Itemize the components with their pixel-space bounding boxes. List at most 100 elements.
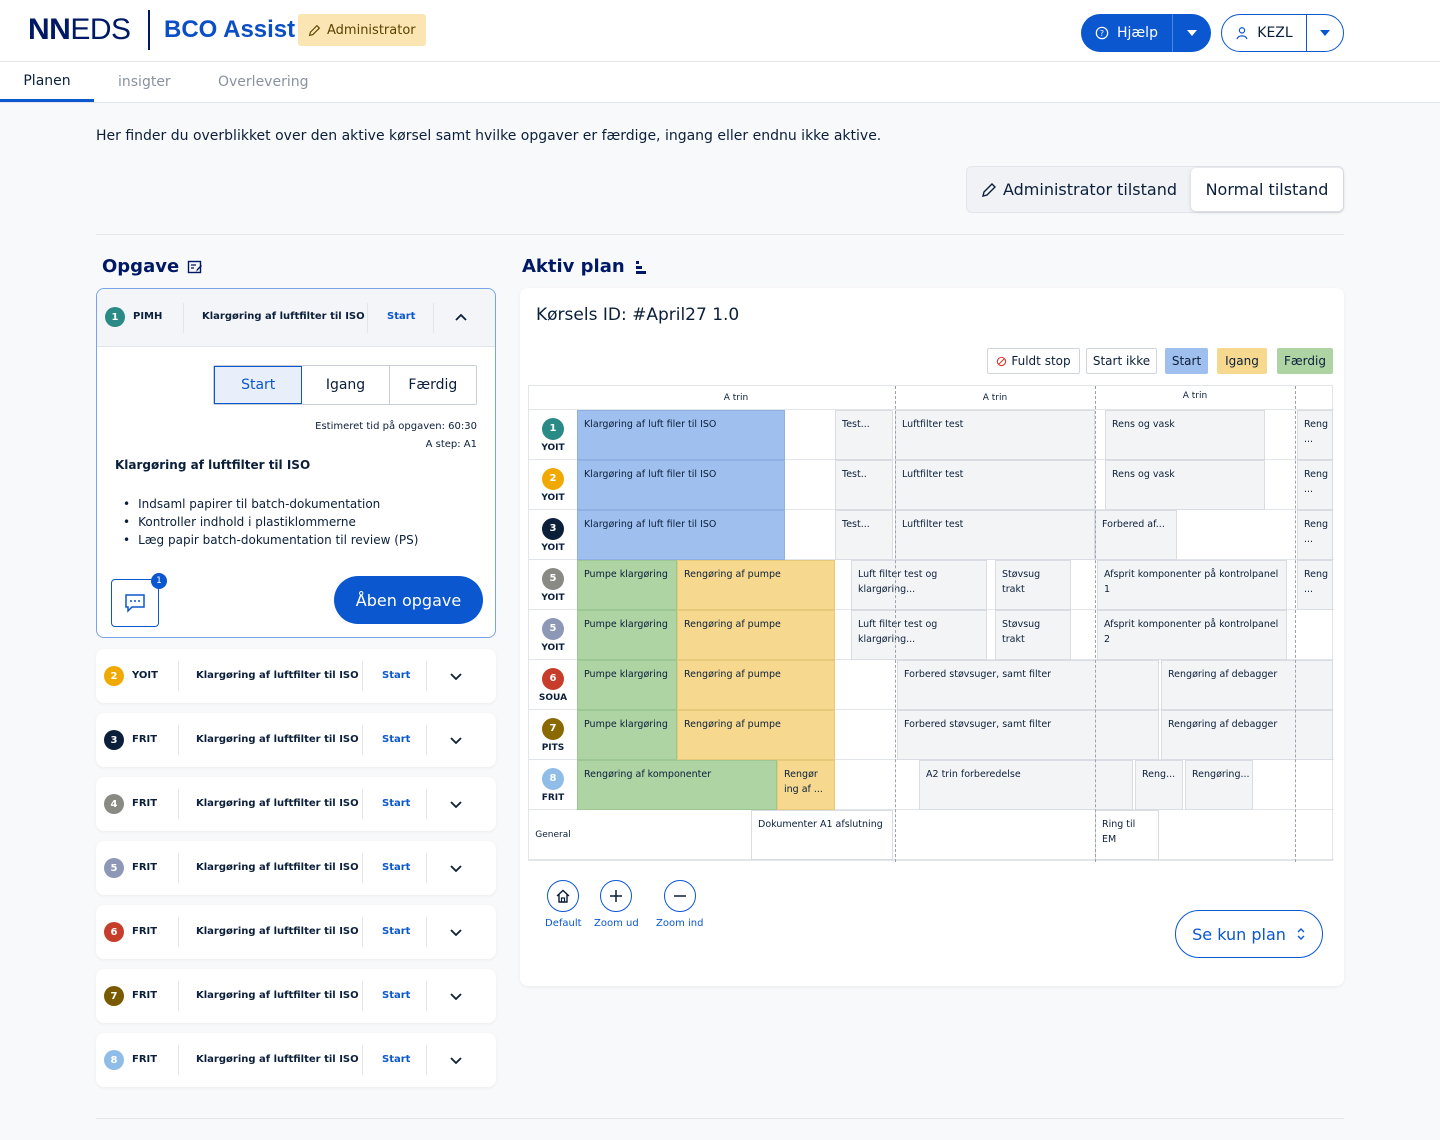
task-status: Start (382, 734, 411, 745)
status-segmented-control: Start Igang Færdig (213, 365, 477, 405)
gantt-task-bar[interactable]: Luft filter test og klargøring... (851, 560, 987, 610)
task-card-expanded: 1 PIMH Klargøring af luftfilter til ISO … (96, 288, 496, 638)
task-number: 3 (104, 730, 124, 750)
minus-icon (673, 895, 686, 897)
gantt-task-bar[interactable]: Rengøring af pumpe (677, 560, 835, 610)
task-checklist: Indsaml papirer til batch-dokumentation … (123, 495, 418, 549)
task-card-header[interactable]: 1 PIMH Klargøring af luftfilter til ISO … (97, 289, 495, 347)
gantt-task-bar[interactable]: Pumpe klargøring (577, 710, 677, 760)
chevron-down-icon[interactable] (448, 668, 464, 684)
task-code: FRIT (132, 798, 158, 809)
gantt-task-bar[interactable]: Pumpe klargøring (577, 560, 677, 610)
comment-button[interactable] (111, 579, 159, 627)
chevron-down-icon[interactable] (448, 988, 464, 1004)
help-button[interactable]: ? Hjælp (1081, 14, 1211, 52)
gantt-task-bar[interactable]: Rengøring af komponenter (577, 760, 777, 810)
gantt-task-bar[interactable]: Rengøring af debagger (1161, 660, 1333, 710)
chevron-up-icon[interactable] (453, 309, 469, 325)
gantt-task-bar[interactable]: Afsprit komponenter på kontrolpanel 2 (1097, 610, 1287, 660)
zoom-out-control[interactable]: Zoom ud (594, 880, 639, 929)
gantt-task-bar[interactable]: Reng ... (1297, 410, 1333, 460)
tab-insigter[interactable]: insigter (118, 62, 171, 102)
gantt-task-bar[interactable]: Rengør ing af ... (777, 760, 835, 810)
logo-divider (148, 10, 150, 50)
gantt-task-bar[interactable]: Rengøring af pumpe (677, 610, 835, 660)
task-row[interactable]: 5 FRIT Klargøring af luftfilter til ISO Sta… (96, 841, 496, 895)
gantt-task-bar[interactable]: Reng... (1135, 760, 1183, 810)
gantt-task-bar[interactable]: Luftfilter test (895, 410, 1095, 460)
chevron-down-icon[interactable] (448, 860, 464, 876)
gantt-task-bar[interactable]: Forbered støvsuger, samt filter (897, 710, 1159, 760)
chevron-down-icon[interactable] (448, 1052, 464, 1068)
tab-overlevering[interactable]: Overlevering (218, 62, 308, 102)
gantt-task-bar[interactable]: Pumpe klargøring (577, 660, 677, 710)
gantt-lane-label: 5 YOIT (529, 560, 577, 610)
zoom-default-control[interactable]: Default (545, 880, 582, 929)
gantt-task-bar[interactable]: Forbered af... (1095, 510, 1177, 560)
chevron-down-icon[interactable] (448, 796, 464, 812)
legend-ongoing: Igang (1217, 348, 1267, 374)
gantt-task-bar[interactable]: Klargøring af luft filer til ISO (577, 460, 785, 510)
task-row[interactable]: 6 FRIT Klargøring af luftfilter til ISO Sta… (96, 905, 496, 959)
admin-mode-button[interactable]: Administrator tilstand (967, 167, 1191, 212)
gantt-task-bar[interactable]: Rengøring af pumpe (677, 710, 835, 760)
task-number: 8 (104, 1050, 124, 1070)
legend-full-stop: Fuldt stop (987, 348, 1080, 374)
tab-planen[interactable]: Planen (0, 62, 94, 102)
help-dropdown-toggle[interactable] (1173, 30, 1211, 36)
gantt-task-bar[interactable]: Rengøring af debagger (1161, 710, 1333, 760)
gantt-task-bar[interactable]: Rengøring af pumpe (677, 660, 835, 710)
gantt-task-bar[interactable]: Test.. (835, 460, 893, 510)
segment-igang[interactable]: Igang (302, 366, 390, 404)
task-title: Klargøring af luftfilter til ISO (196, 734, 359, 745)
gantt-task-bar[interactable]: Klargøring af luft filer til ISO (577, 510, 785, 560)
gantt-task-bar[interactable]: Klargøring af luft filer til ISO (577, 410, 785, 460)
task-row[interactable]: 7 FRIT Klargøring af luftfilter til ISO Sta… (96, 969, 496, 1023)
see-plan-only-button[interactable]: Se kun plan (1175, 910, 1323, 958)
gantt-task-bar[interactable]: Støvsug trakt (995, 560, 1071, 610)
gantt-task-bar[interactable]: Test... (835, 410, 893, 460)
segment-start[interactable]: Start (214, 366, 303, 404)
gantt-task-bar[interactable]: Reng ... (1297, 510, 1333, 560)
gantt-task-bar[interactable]: Reng ... (1297, 560, 1333, 610)
estimate-text: Estimeret tid på opgaven: 60:30 (315, 421, 477, 432)
gantt-task-bar[interactable]: Dokumenter A1 afslutning (751, 810, 893, 860)
intro-text: Her finder du overblikket over den aktiv… (96, 128, 882, 144)
task-row[interactable]: 2 YOIT Klargøring af luftfilter til ISO Sta… (96, 649, 496, 703)
gantt-task-bar[interactable]: Reng ... (1297, 460, 1333, 510)
segment-faerdig[interactable]: Færdig (390, 366, 476, 404)
user-dropdown-toggle[interactable] (1307, 30, 1343, 36)
list-edit-icon[interactable] (187, 259, 203, 275)
user-menu-button[interactable]: KEZL (1221, 14, 1344, 52)
gantt-task-bar[interactable]: Luftfilter test (895, 460, 1095, 510)
task-status: Start (382, 862, 411, 873)
task-row[interactable]: 3 FRIT Klargøring af luftfilter til ISO Sta… (96, 713, 496, 767)
gantt-lane-label: 6 SOUA (529, 660, 577, 710)
gantt-task-bar[interactable]: Rengøring... (1185, 760, 1253, 810)
gantt-task-bar[interactable]: Støvsug trakt (995, 610, 1071, 660)
gantt-task-bar[interactable]: Test... (835, 510, 893, 560)
zoom-in-control[interactable]: Zoom ind (656, 880, 703, 929)
gantt-lane-label: 5 YOIT (529, 610, 577, 660)
gantt-task-bar[interactable]: Forbered støvsuger, samt filter (897, 660, 1159, 710)
task-row[interactable]: 4 FRIT Klargøring af luftfilter til ISO Sta… (96, 777, 496, 831)
gantt-task-bar[interactable]: Luftfilter test (895, 510, 1095, 560)
gantt-task-bar[interactable]: Rens og vask (1105, 460, 1265, 510)
plus-icon (610, 890, 623, 902)
task-row[interactable]: 8 FRIT Klargøring af luftfilter til ISO Sta… (96, 1033, 496, 1087)
help-icon: ? (1095, 26, 1109, 40)
gantt-task-bar[interactable]: Pumpe klargøring (577, 610, 677, 660)
task-status: Start (382, 798, 411, 809)
user-icon (1236, 27, 1248, 40)
gantt-task-bar[interactable]: Rens og vask (1105, 410, 1265, 460)
normal-mode-button[interactable]: Normal tilstand (1191, 168, 1343, 211)
column-header: A trin (723, 393, 749, 403)
legend-done: Færdig (1277, 348, 1333, 374)
gantt-task-bar[interactable]: Luft filter test og klargøring... (851, 610, 987, 660)
chevron-down-icon[interactable] (448, 924, 464, 940)
gantt-task-bar[interactable]: A2 trin forberedelse (919, 760, 1133, 810)
gantt-task-bar[interactable]: Afsprit komponenter på kontrolpanel 1 (1097, 560, 1287, 610)
chevron-down-icon[interactable] (448, 732, 464, 748)
open-task-button[interactable]: Åben opgave (334, 576, 483, 624)
gantt-task-bar[interactable]: Ring til EM (1095, 810, 1159, 860)
